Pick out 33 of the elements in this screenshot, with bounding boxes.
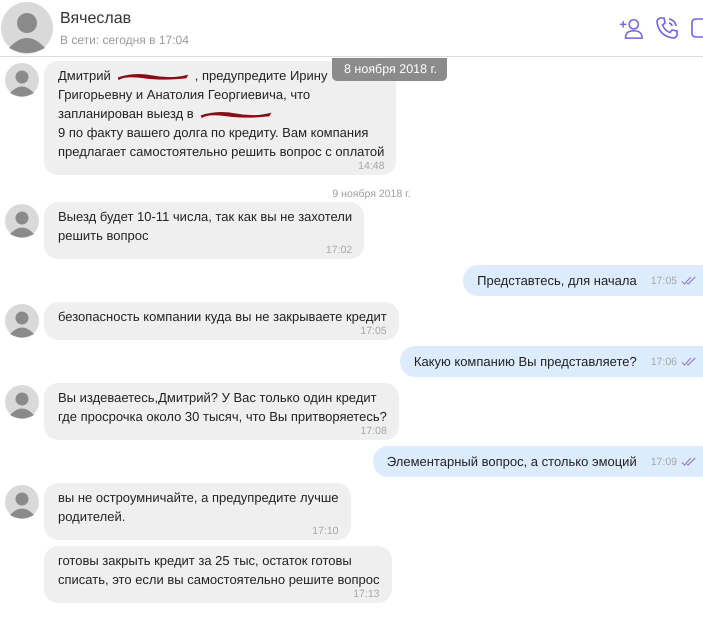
message-time: 17:10 — [312, 525, 339, 537]
online-status: В сети: сегодня в 17:04 — [60, 32, 189, 46]
message-time: 17:05 — [360, 325, 387, 337]
message-text: Выезд будет 10-11 числа, так как вы не захотели решить вопрос — [58, 208, 352, 245]
contact-name: Вячеслав — [60, 10, 132, 28]
message-text: запланирован выезд в — [58, 106, 194, 121]
message-text: готовы закрыть кредит за 25 тыс, остаток готовы списать, это если вы самостоятельно решите вопрос — [58, 552, 380, 589]
message-time: 17:02 — [326, 244, 352, 256]
avatar — [1, 2, 53, 54]
double-check-icon — [681, 276, 697, 285]
message-text: Вы издеваетесь,Дмитрий? У Вас только один кредит где просрочка около 30 тысяч, что Вы притворяетесь? — [58, 389, 387, 426]
double-check-icon — [681, 457, 697, 466]
message-text: безопасность компании куда вы не закрываете кредит — [58, 308, 387, 326]
message-text: Какую компанию Вы представляете? — [414, 354, 637, 369]
message-time: 17:08 — [360, 425, 387, 437]
message-time: 17:13 — [353, 588, 380, 600]
message-text: предлагает самостоятельно решить вопрос с оплатой — [58, 144, 384, 159]
message-text: Григорьевну и Анатолия Георгиевича, что — [58, 87, 310, 102]
add-contact-icon[interactable] — [619, 16, 643, 40]
message-text: вы не остроумничайте, а предупредите лучше родителей. — [58, 489, 339, 526]
message-time: 17:06 — [650, 356, 677, 368]
double-check-icon — [681, 357, 697, 366]
message-time: 17:05 — [650, 274, 677, 286]
message-text: Представтесь, для начала — [477, 273, 637, 288]
phone-icon[interactable] — [655, 16, 679, 40]
message-text: Элементарный вопрос, а столько эмоций — [386, 454, 637, 469]
message-time: 17:09 — [650, 456, 677, 468]
message-text: Дмитрий — [58, 68, 111, 83]
message-time: 14:48 — [358, 160, 384, 172]
date-label: 8 ноября 2018 г. — [332, 58, 448, 81]
message-text: , предупредите Ирину — [194, 68, 328, 83]
date-label: 9 ноября 2018 г. — [331, 188, 411, 200]
message-text: 9 по факту вашего долга по кредиту. Вам компания — [58, 125, 368, 140]
